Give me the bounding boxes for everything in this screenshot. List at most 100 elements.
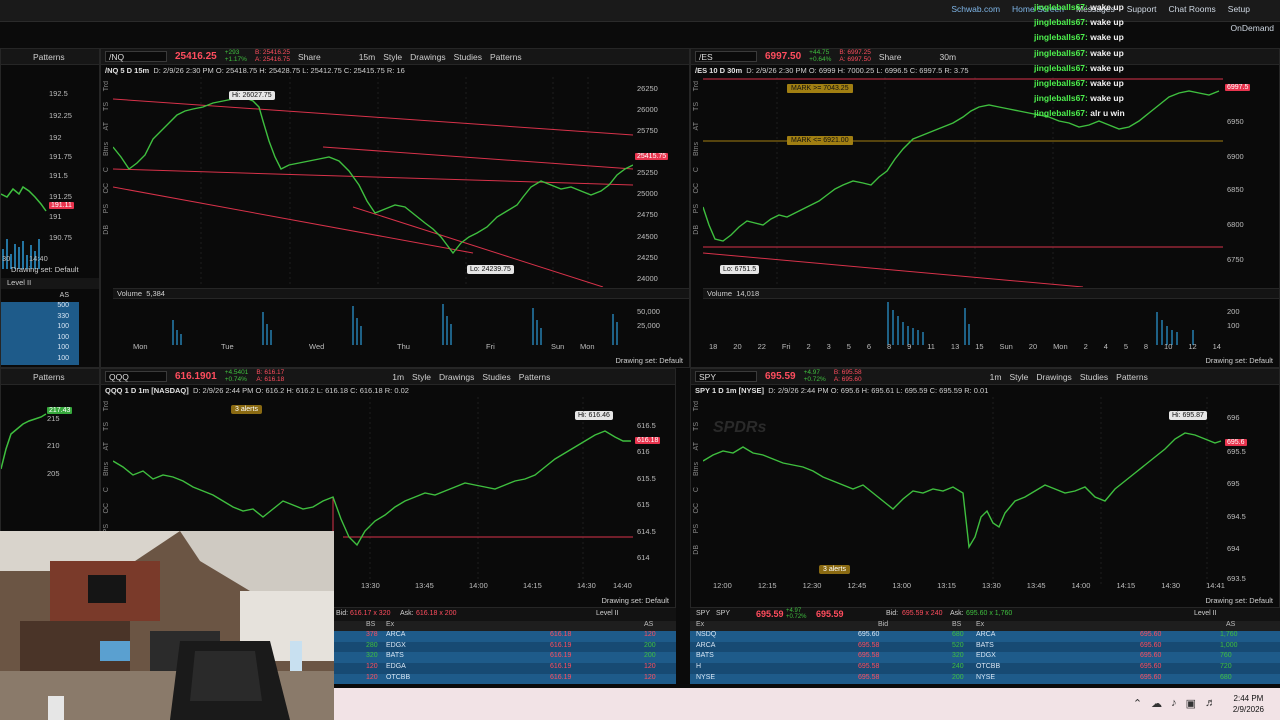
spy-alerts-badge[interactable]: 3 alerts <box>819 565 850 574</box>
share-button[interactable]: Share <box>879 52 902 62</box>
drawings-button[interactable]: Drawings <box>439 372 474 382</box>
studies-button[interactable]: Studies <box>454 52 482 62</box>
sidebar-tab[interactable]: C <box>103 167 110 172</box>
style-button[interactable]: Style <box>412 372 431 382</box>
es-xtick: 12 <box>1188 342 1197 351</box>
sidebar-tab[interactable]: C <box>103 487 110 492</box>
qqq-symbol-input[interactable]: QQQ <box>105 371 167 382</box>
link-chat-rooms[interactable]: Chat Rooms <box>1169 4 1216 14</box>
qqq-ytick: 614.5 <box>637 527 656 536</box>
mic-icon[interactable]: ♪ <box>1171 697 1177 710</box>
sidebar-tab[interactable]: Btns <box>103 462 110 476</box>
sidebar-tab[interactable]: Btns <box>693 142 700 156</box>
left-ytick: 192 <box>49 133 62 142</box>
sidebar-tab[interactable]: PS <box>693 204 700 213</box>
sidebar-tab[interactable]: OC <box>693 503 700 514</box>
sidebar-tabs: Trd TS AT Btns C OC PS DB <box>691 397 701 607</box>
taskbar-clock[interactable]: 2:44 PM 2/9/2026 <box>1233 693 1264 715</box>
style-button[interactable]: Style <box>1009 372 1028 382</box>
qqq-ytick: 616 <box>637 447 650 456</box>
ondemand-button[interactable]: OnDemand <box>1231 23 1274 33</box>
patterns-button[interactable]: Patterns <box>1116 372 1148 382</box>
spy-symbol-input[interactable]: SPY <box>695 371 757 382</box>
sidebar-tab[interactable]: Trd <box>693 401 700 411</box>
sidebar-tab[interactable]: DB <box>693 545 700 555</box>
style-button[interactable]: Style <box>383 52 402 62</box>
qqq-l2-quote: Bid: 616.17 x 320 Ask: 616.18 x 200 Leve… <box>334 608 676 621</box>
sidebar-tab[interactable]: OC <box>103 183 110 194</box>
spy-l2-symbol[interactable]: SPY <box>696 610 710 617</box>
nq-plot-area[interactable]: Hi: 26027.75 Lo: 24239.75 25415.75 26250… <box>113 77 689 367</box>
sidebar-tab[interactable]: Btns <box>103 142 110 156</box>
sidebar-tab[interactable]: DB <box>693 225 700 235</box>
interval-button[interactable]: 1m <box>392 372 404 382</box>
chevron-up-icon[interactable]: ⌃ <box>1133 697 1142 710</box>
patterns-button[interactable]: Patterns <box>33 52 65 62</box>
chat-message: jingleballs67: wake up <box>1034 2 1124 12</box>
drawings-button[interactable]: Drawings <box>410 52 445 62</box>
interval-button[interactable]: 1m <box>990 372 1002 382</box>
patterns-button[interactable]: Patterns <box>33 372 65 382</box>
nq-drawing-set[interactable]: Drawing set: Default <box>615 356 683 365</box>
left-ytick: 205 <box>47 469 60 478</box>
spy-plot-area[interactable]: SPDRs Hi: 695.87 3 alerts 695.6 696 695.… <box>703 397 1279 607</box>
chat-message: jingleballs67: wake up <box>1034 47 1124 58</box>
link-setup[interactable]: Setup <box>1228 4 1250 14</box>
volume-icon[interactable]: ♬ <box>1205 697 1216 710</box>
sidebar-tab[interactable]: AT <box>103 122 110 130</box>
es-plot-area[interactable]: MARK >= 7043.25 MARK <= 6921.00 Lo: 6751… <box>703 77 1279 367</box>
qqq-drawing-set[interactable]: Drawing set: Default <box>601 596 669 605</box>
qqq-alerts-badge[interactable]: 3 alerts <box>231 405 262 414</box>
es-change-pct: +0.64% <box>809 55 832 63</box>
studies-button[interactable]: Studies <box>482 372 510 382</box>
nq-change-pct: +1.17% <box>224 55 247 63</box>
sidebar-tab[interactable]: TS <box>693 102 700 111</box>
sidebar-tab[interactable]: TS <box>103 102 110 111</box>
sidebar-tab[interactable]: TS <box>693 422 700 431</box>
sidebar-tab[interactable]: Trd <box>693 81 700 91</box>
patterns-button[interactable]: Patterns <box>490 52 522 62</box>
es-drawing-set[interactable]: Drawing set: Default <box>1205 356 1273 365</box>
spy-chart-panel: SPY 695.59 +4.97 +0.72% B: 695.58 A: 695.6… <box>690 368 1280 608</box>
interval-button[interactable]: 30m <box>940 52 957 62</box>
sidebar-tab[interactable]: Btns <box>693 462 700 476</box>
sidebar-tab[interactable]: PS <box>103 204 110 213</box>
share-button[interactable]: Share <box>298 52 321 62</box>
sidebar-tab[interactable]: AT <box>693 442 700 450</box>
sidebar-tab[interactable]: C <box>693 167 700 172</box>
link-support[interactable]: Support <box>1127 4 1157 14</box>
sidebar-tab[interactable]: AT <box>103 442 110 450</box>
es-symbol-input[interactable]: /ES <box>695 51 757 62</box>
sidebar-tab[interactable]: OC <box>103 503 110 514</box>
link-schwab[interactable]: Schwab.com <box>951 4 1000 14</box>
sidebar-tab[interactable]: OC <box>693 183 700 194</box>
sidebar-tab[interactable]: TS <box>103 422 110 431</box>
left-xtick: 14:40 <box>29 254 48 263</box>
cloud-icon[interactable]: ☁ <box>1151 697 1162 710</box>
chat-message: jingleballs67: wake up <box>1034 93 1124 104</box>
sidebar-tab[interactable]: Trd <box>103 401 110 411</box>
nq-symbol-input[interactable]: /NQ <box>105 51 167 62</box>
left-drawing-set[interactable]: Drawing set: Default <box>11 265 79 274</box>
sidebar-tab[interactable]: DB <box>103 225 110 235</box>
sidebar-tab[interactable]: Trd <box>103 81 110 91</box>
studies-button[interactable]: Studies <box>1080 372 1108 382</box>
spy-price-line <box>703 432 1222 550</box>
es-mark-high-alert[interactable]: MARK >= 7043.25 <box>787 84 853 93</box>
sidebar-tab[interactable]: C <box>693 487 700 492</box>
es-mark-low-alert[interactable]: MARK <= 6921.00 <box>787 136 853 145</box>
drawings-button[interactable]: Drawings <box>1036 372 1071 382</box>
patterns-button[interactable]: Patterns <box>519 372 551 382</box>
qqq-ytick: 615.5 <box>637 474 656 483</box>
table-row: NYSE 695.58 200 NYSE 695.60 680 <box>690 673 1280 685</box>
sidebar-tab[interactable]: AT <box>693 122 700 130</box>
spy-ask: A: 695.60 <box>833 375 862 383</box>
interval-button[interactable]: 15m <box>359 52 376 62</box>
monitor-icon[interactable]: ▣ <box>1186 697 1196 710</box>
qqq-xtick: 13:45 <box>415 581 434 590</box>
nq-toolbar: /NQ 25416.25 +293 +1.17% B: 25416.25 A: 25… <box>101 49 689 65</box>
es-ytick: 6900 <box>1227 152 1244 161</box>
sidebar-tab[interactable]: PS <box>693 524 700 533</box>
sidebar-tabs: Trd TS AT Btns C OC PS DB <box>101 77 111 367</box>
spy-drawing-set[interactable]: Drawing set: Default <box>1205 596 1273 605</box>
